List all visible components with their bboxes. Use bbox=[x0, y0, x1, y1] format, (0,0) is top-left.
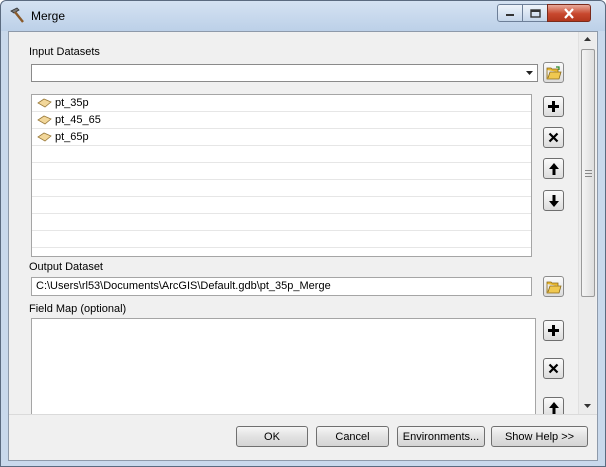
arrow-up-icon bbox=[548, 162, 559, 175]
input-datasets-combo[interactable] bbox=[31, 64, 538, 82]
plus-icon bbox=[548, 325, 559, 336]
hammer-icon bbox=[10, 7, 24, 23]
window-title: Merge bbox=[31, 9, 66, 23]
open-folder-icon bbox=[546, 65, 562, 79]
input-datasets-list[interactable]: pt_35p pt_45_65 pt_65p bbox=[31, 94, 532, 257]
arrow-up-icon bbox=[548, 401, 559, 414]
grip-icon bbox=[585, 170, 592, 177]
dialog-client-area: Input Datasets pt_35p pt_45_65 pt_65p Ou… bbox=[8, 31, 598, 461]
vertical-scrollbar[interactable] bbox=[578, 32, 596, 414]
title-bar[interactable]: Merge bbox=[1, 1, 605, 31]
minimize-icon bbox=[506, 14, 514, 16]
field-map-label: Field Map (optional) bbox=[29, 303, 127, 315]
chevron-down-icon[interactable] bbox=[524, 67, 535, 79]
plus-icon bbox=[548, 101, 559, 112]
input-datasets-label: Input Datasets bbox=[29, 46, 100, 58]
list-item[interactable]: pt_35p bbox=[32, 95, 531, 112]
remove-dataset-button[interactable] bbox=[543, 127, 564, 148]
empty-list-row bbox=[32, 146, 531, 163]
open-folder-icon bbox=[546, 281, 562, 293]
browse-output-button[interactable] bbox=[543, 276, 564, 297]
maximize-icon bbox=[529, 8, 541, 18]
add-field-button[interactable] bbox=[543, 320, 564, 341]
move-up-button[interactable] bbox=[543, 158, 564, 179]
close-icon bbox=[564, 7, 574, 19]
close-button[interactable] bbox=[547, 4, 591, 22]
list-item[interactable]: pt_65p bbox=[32, 129, 531, 146]
list-item-label: pt_65p bbox=[55, 131, 89, 143]
ok-button[interactable]: OK bbox=[236, 426, 308, 447]
feature-class-icon bbox=[37, 98, 52, 108]
remove-field-button[interactable] bbox=[543, 358, 564, 379]
empty-list-row bbox=[32, 163, 531, 180]
list-item[interactable]: pt_45_65 bbox=[32, 112, 531, 129]
output-dataset-label: Output Dataset bbox=[29, 261, 103, 273]
empty-list-row bbox=[32, 180, 531, 197]
scrollbar-thumb[interactable] bbox=[581, 49, 595, 297]
empty-list-row bbox=[32, 231, 531, 248]
cancel-button[interactable]: Cancel bbox=[316, 426, 389, 447]
delete-x-icon bbox=[548, 363, 559, 374]
feature-class-icon bbox=[37, 132, 52, 142]
add-dataset-button[interactable] bbox=[543, 96, 564, 117]
show-help-button[interactable]: Show Help >> bbox=[491, 426, 588, 447]
list-item-label: pt_45_65 bbox=[55, 114, 101, 126]
field-map-tree[interactable] bbox=[31, 318, 536, 414]
scroll-down-icon[interactable] bbox=[583, 403, 592, 409]
list-item-label: pt_35p bbox=[55, 97, 89, 109]
scroll-up-icon[interactable] bbox=[583, 36, 592, 42]
browse-input-button[interactable] bbox=[543, 62, 564, 83]
delete-x-icon bbox=[548, 132, 559, 143]
move-down-button[interactable] bbox=[543, 190, 564, 211]
empty-list-row bbox=[32, 197, 531, 214]
arrow-down-icon bbox=[548, 194, 559, 207]
output-dataset-field[interactable]: C:\Users\rl53\Documents\ArcGIS\Default.g… bbox=[31, 277, 532, 296]
environments-button[interactable]: Environments... bbox=[397, 426, 485, 447]
move-field-up-button[interactable] bbox=[543, 397, 564, 414]
dialog-button-bar: OK Cancel Environments... Show Help >> bbox=[9, 414, 597, 460]
maximize-button[interactable] bbox=[522, 4, 548, 22]
feature-class-icon bbox=[37, 115, 52, 125]
merge-dialog-window: Merge Input Datasets pt_35p pt_45_65 pt_… bbox=[0, 0, 606, 467]
empty-list-row bbox=[32, 214, 531, 231]
minimize-button[interactable] bbox=[497, 4, 523, 22]
parameters-pane: Input Datasets pt_35p pt_45_65 pt_65p Ou… bbox=[9, 32, 577, 414]
